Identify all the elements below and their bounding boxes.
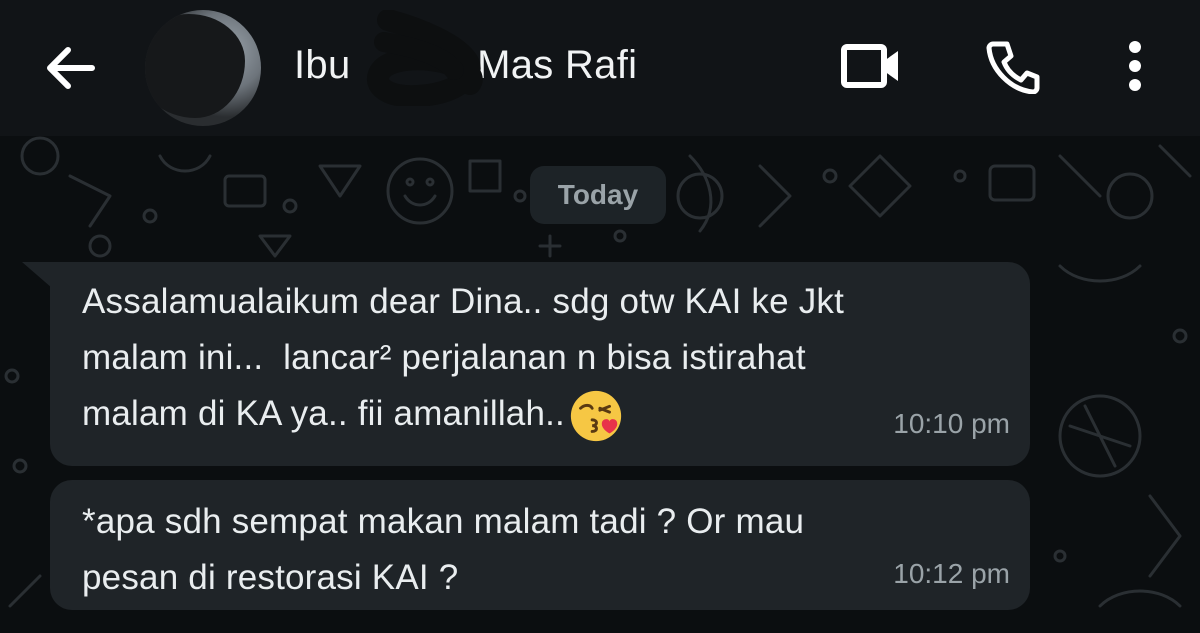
incoming-message[interactable]: Assalamualaikum dear Dina.. sdg otw KAI … xyxy=(50,262,1030,466)
avatar[interactable] xyxy=(145,10,261,126)
message-line: Assalamualaikum dear Dina.. sdg otw KAI … xyxy=(82,282,845,321)
chat-header: Ibu o Mas Rafi xyxy=(0,0,1200,136)
message-line: pesan di restorasi KAI ? xyxy=(82,558,459,597)
arrow-left-icon xyxy=(47,47,95,89)
bubble-tail xyxy=(22,262,52,288)
incoming-message[interactable]: *apa sdh sempat makan malam tadi ? Or ma… xyxy=(50,480,1030,610)
video-camera-icon xyxy=(841,44,898,88)
date-separator: Today xyxy=(530,166,666,224)
chat-area[interactable]: Today Assalamualaikum dear Dina.. sdg ot… xyxy=(0,136,1200,633)
message-timestamp: 10:10 pm xyxy=(893,408,1010,439)
avatar-redaction xyxy=(145,14,245,118)
message-line: *apa sdh sempat makan malam tadi ? Or ma… xyxy=(82,502,805,541)
phone-icon xyxy=(986,41,1040,94)
message-timestamp: 10:12 pm xyxy=(893,558,1010,589)
contact-name[interactable]: Ibu o Mas Rafi xyxy=(294,38,637,92)
face-blowing-kiss-emoji xyxy=(570,390,622,441)
voice-call-button[interactable] xyxy=(978,34,1048,98)
more-vertical-icon xyxy=(1129,41,1141,91)
video-call-button[interactable] xyxy=(836,34,906,98)
message-line: malam di KA ya.. fii amanillah.. xyxy=(82,386,990,445)
message-line: malam ini... lancar² perjalanan n bisa i… xyxy=(82,338,806,377)
message-line-text: malam di KA ya.. fii amanillah.. xyxy=(82,394,565,433)
more-options-button[interactable] xyxy=(1100,34,1170,98)
back-button[interactable] xyxy=(38,40,102,96)
